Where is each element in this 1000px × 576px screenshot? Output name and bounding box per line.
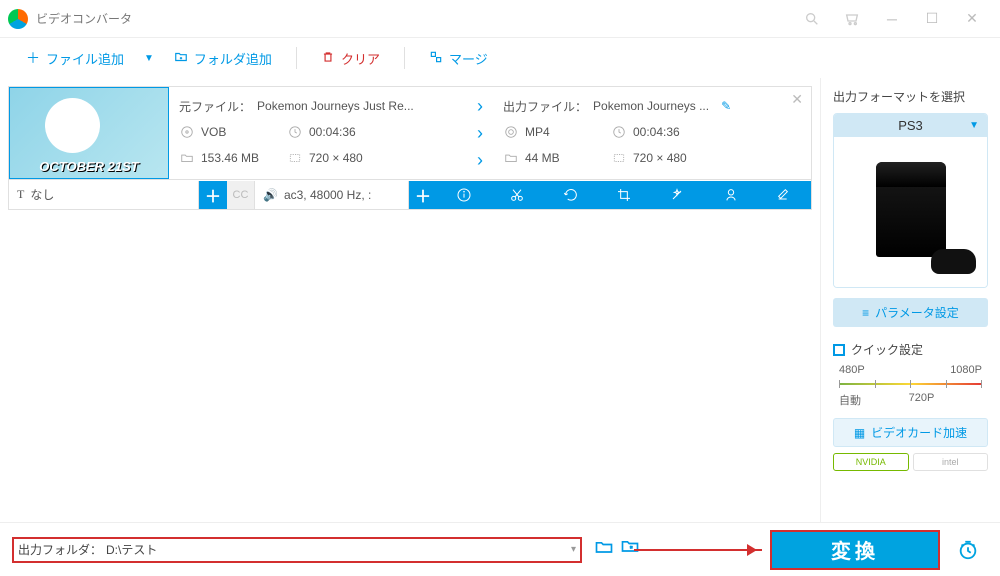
info-tool-button[interactable]	[437, 181, 490, 209]
output-folder-input[interactable]	[106, 543, 571, 557]
speaker-icon: 🔊	[263, 188, 278, 202]
folder-icon	[179, 150, 195, 166]
app-logo-icon	[8, 9, 28, 29]
source-size: 153.46 MB	[201, 151, 281, 165]
rotate-tool-button[interactable]	[544, 181, 597, 209]
cc-button[interactable]: CC	[227, 181, 255, 209]
maximize-button[interactable]: ☐	[912, 4, 952, 34]
folder-icon	[503, 150, 519, 166]
ps3-device-icon	[861, 152, 961, 272]
resolution-icon	[287, 150, 303, 166]
trim-tool-button[interactable]	[490, 181, 543, 209]
output-folder-label: 出力フォルダ：	[18, 541, 102, 558]
crop-tool-button[interactable]	[597, 181, 650, 209]
output-file-name: Pokemon Journeys ...	[593, 99, 709, 113]
remove-item-button[interactable]: ✕	[791, 91, 803, 108]
audio-track-select[interactable]: 🔊ac3, 48000 Hz, :	[255, 181, 409, 209]
source-file-name: Pokemon Journeys Just Re...	[257, 99, 414, 113]
intel-badge: intel	[913, 453, 989, 471]
resolution-icon	[611, 150, 627, 166]
output-duration: 00:04:36	[633, 125, 680, 139]
trash-icon	[321, 50, 335, 67]
nvidia-badge: NVIDIA	[833, 453, 909, 471]
subtitle-tool-button[interactable]	[758, 181, 811, 209]
effect-tool-button[interactable]	[651, 181, 704, 209]
minimize-button[interactable]: ─	[872, 4, 912, 34]
output-format: MP4	[525, 125, 605, 139]
close-button[interactable]: ✕	[952, 4, 992, 34]
add-subtitle-button[interactable]: ＋	[199, 181, 227, 209]
quick-settings-label: クイック設定	[833, 341, 988, 358]
merge-icon	[429, 50, 443, 67]
resolution-slider[interactable]	[839, 380, 982, 388]
output-format-header: 出力フォーマットを選択	[833, 88, 988, 105]
merge-button[interactable]: マージ	[419, 45, 498, 72]
clear-button[interactable]: クリア	[311, 45, 390, 72]
format-name: PS3	[898, 118, 923, 133]
chevron-down-icon: ▼	[969, 120, 979, 131]
gpu-accel-button[interactable]: ▦ビデオカード加速	[833, 418, 988, 447]
window-title: ビデオコンバータ	[36, 10, 132, 27]
output-file-label: 出力ファイル：	[503, 98, 587, 115]
source-duration: 00:04:36	[309, 125, 356, 139]
cart-icon[interactable]	[832, 4, 872, 34]
source-resolution: 720 × 480	[309, 151, 363, 165]
video-thumbnail[interactable]	[9, 87, 169, 179]
output-resolution: 720 × 480	[633, 151, 687, 165]
add-file-button[interactable]: ＋ファイル追加	[16, 44, 134, 72]
edit-name-icon[interactable]: ✎	[721, 99, 731, 113]
clock-icon	[287, 124, 303, 140]
output-size: 44 MB	[525, 151, 605, 165]
format-selector[interactable]: PS3 ▼	[833, 113, 988, 288]
convert-button[interactable]: 変換	[770, 530, 940, 570]
clock-icon	[611, 124, 627, 140]
add-audio-button[interactable]: ＋	[409, 181, 437, 209]
add-file-dropdown[interactable]: ▼	[138, 53, 160, 64]
chip-icon: ▦	[854, 426, 865, 440]
disc-icon	[179, 124, 195, 140]
video-item[interactable]: 元ファイル： Pokemon Journeys Just Re... VOB 00…	[8, 86, 812, 180]
annotation-arrow	[634, 549, 762, 551]
source-file-label: 元ファイル：	[179, 98, 251, 115]
parameter-settings-button[interactable]: ≡パラメータ設定	[833, 298, 988, 327]
folder-plus-icon	[174, 50, 188, 67]
disc-icon	[503, 124, 519, 140]
arrow-divider-icon: ›››	[477, 93, 495, 173]
subtitle-track-select[interactable]: Tなし	[9, 181, 199, 209]
browse-folder-button[interactable]	[594, 537, 614, 562]
watermark-tool-button[interactable]	[704, 181, 757, 209]
schedule-button[interactable]	[948, 530, 988, 570]
search-icon[interactable]	[792, 4, 832, 34]
source-format: VOB	[201, 125, 281, 139]
chevron-down-icon[interactable]: ▾	[571, 544, 576, 555]
sliders-icon: ≡	[862, 306, 869, 320]
output-folder-box[interactable]: 出力フォルダ： ▾	[12, 537, 582, 563]
add-folder-button[interactable]: フォルダ追加	[164, 45, 282, 72]
